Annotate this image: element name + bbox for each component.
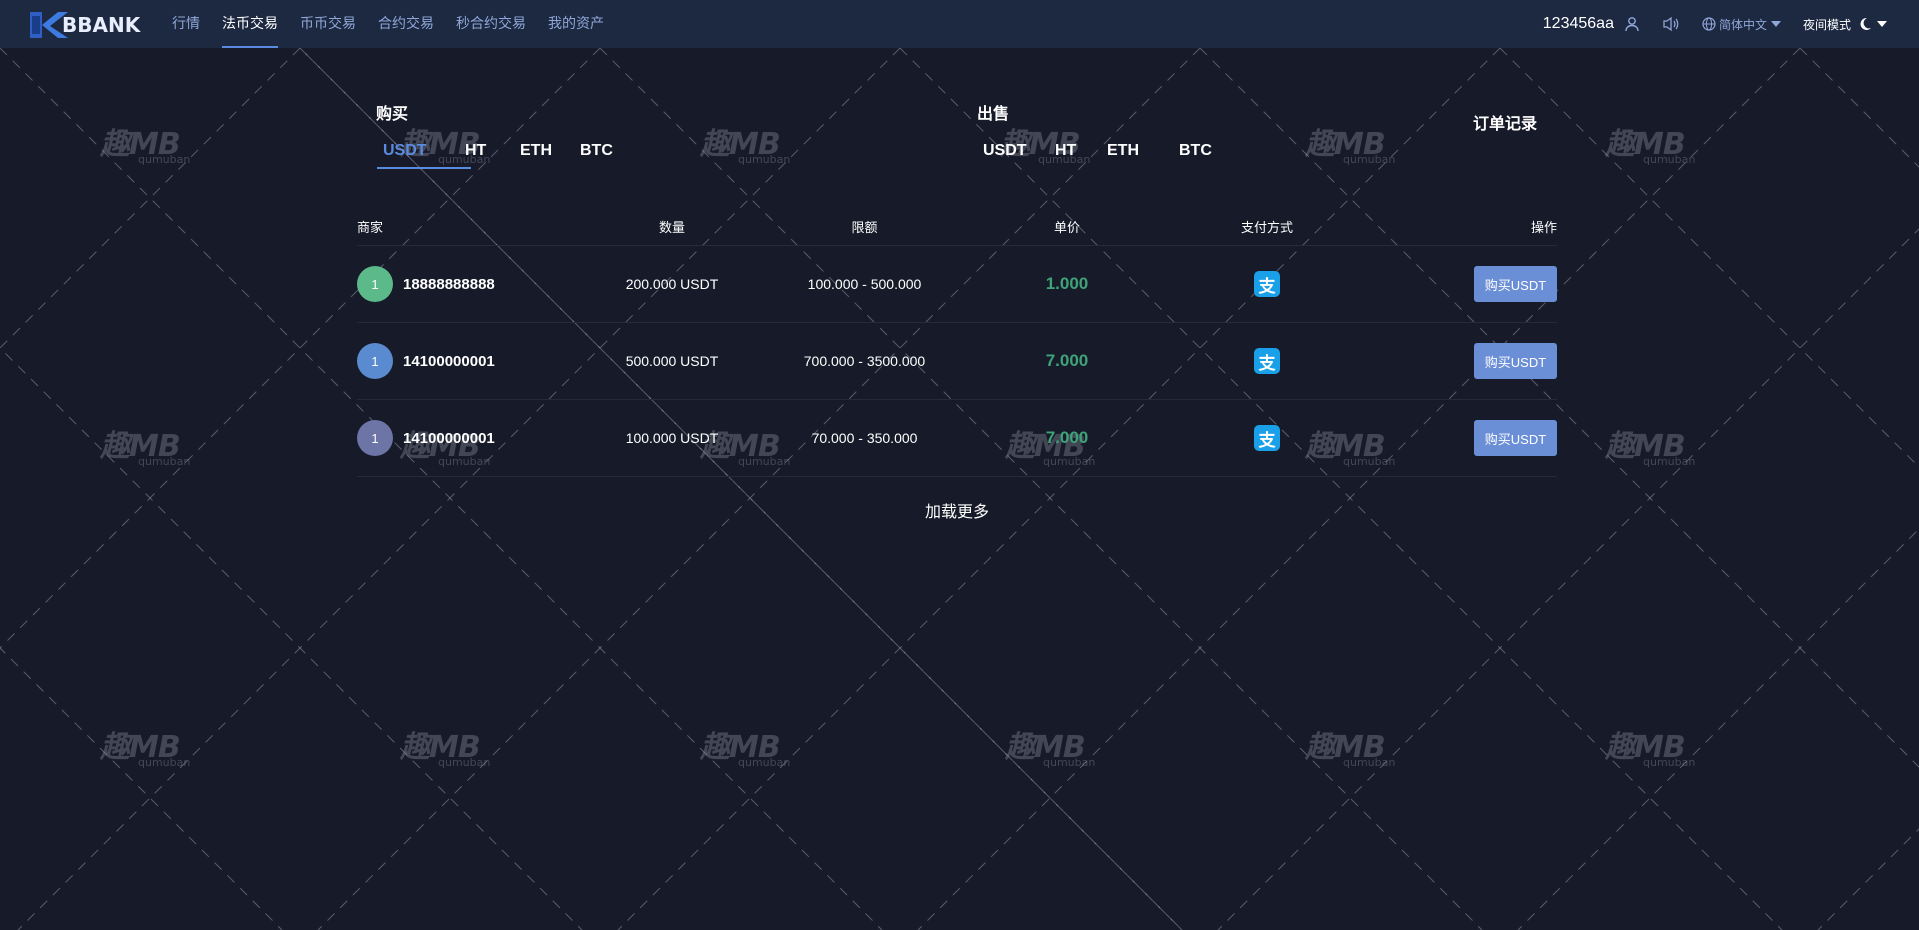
- nav-item-contract-trade[interactable]: 合约交易: [378, 0, 434, 48]
- unit-price: 7.000: [1045, 428, 1089, 447]
- sell-section-title: 出售: [977, 106, 1010, 123]
- buy-coin-tabs: USDT HT ETH BTC: [377, 137, 613, 169]
- header-right: 123456aa 简体中文 夜间模式: [1543, 0, 1887, 48]
- merchant-name: 18888888888: [403, 275, 495, 293]
- logo-mark-icon: [30, 12, 68, 38]
- buy-usdt-button[interactable]: 购买USDT: [1474, 420, 1557, 456]
- watermark-logo: 趣MB qumuban: [700, 730, 791, 769]
- sell-tab-usdt[interactable]: USDT: [983, 137, 1055, 165]
- sell-tab-ht[interactable]: HT: [1055, 137, 1107, 165]
- quantity: 100.000 USDT: [625, 430, 719, 446]
- top-navbar: BBANK 行情 法币交易 币币交易 合约交易 秒合约交易 我的资产 12345…: [0, 0, 1919, 48]
- user-icon[interactable]: [1624, 16, 1640, 32]
- sell-coin-tabs: USDT HT ETH BTC: [983, 137, 1212, 165]
- watermark-logo: 趣MB qumuban: [1005, 730, 1096, 769]
- sell-tab-btc[interactable]: BTC: [1179, 137, 1212, 165]
- limit: 100.000 - 500.000: [807, 276, 922, 292]
- table-row: 1 14100000001 500.000 USDT 700.000 - 350…: [357, 323, 1557, 400]
- alipay-icon: 支: [1254, 425, 1280, 451]
- logo-text: BBANK: [62, 13, 141, 37]
- nav-item-fiat-trade[interactable]: 法币交易: [222, 0, 278, 48]
- night-mode-toggle[interactable]: 夜间模式: [1803, 16, 1887, 33]
- buy-usdt-button[interactable]: 购买USDT: [1474, 343, 1557, 379]
- limit: 70.000 - 350.000: [811, 430, 918, 446]
- alipay-icon: 支: [1254, 271, 1280, 297]
- unit-price: 7.000: [1045, 351, 1089, 370]
- quantity: 200.000 USDT: [625, 276, 719, 292]
- limit: 700.000 - 3500.000: [803, 353, 926, 369]
- username[interactable]: 123456aa: [1543, 15, 1614, 33]
- nav-item-coin-trade[interactable]: 币币交易: [300, 0, 356, 48]
- unit-price: 1.000: [1045, 274, 1089, 293]
- watermark-logo: 趣MB qumuban: [700, 127, 791, 166]
- watermark-logo: 趣MB qumuban: [1605, 127, 1696, 166]
- watermark-logo: 趣MB qumuban: [100, 127, 191, 166]
- watermark-logo: 趣MB qumuban: [1305, 127, 1396, 166]
- nav-item-my-assets[interactable]: 我的资产: [548, 0, 604, 48]
- buy-tab-ht[interactable]: HT: [465, 137, 520, 165]
- merchant-name: 14100000001: [403, 352, 495, 370]
- order-records-link[interactable]: 订单记录: [1473, 110, 1537, 134]
- language-selector[interactable]: 简体中文: [1702, 16, 1781, 33]
- globe-icon: [1702, 17, 1716, 31]
- table-row: 1 18888888888 200.000 USDT 100.000 - 500…: [357, 246, 1557, 323]
- col-merchant: 商家: [357, 220, 384, 235]
- watermark-logo: 趣MB qumuban: [1605, 730, 1696, 769]
- chevron-down-icon: [1877, 21, 1887, 27]
- avatar: 1: [357, 343, 393, 379]
- buy-tab-btc[interactable]: BTC: [580, 137, 613, 165]
- col-quantity: 数量: [658, 220, 685, 235]
- col-payment: 支付方式: [1240, 220, 1293, 235]
- watermark-logo: 趣MB qumuban: [400, 730, 491, 769]
- table-row: 1 14100000001 100.000 USDT 70.000 - 350.…: [357, 400, 1557, 477]
- site-logo[interactable]: BBANK: [28, 10, 140, 40]
- merchant-name: 14100000001: [403, 429, 495, 447]
- sell-tab-eth[interactable]: ETH: [1107, 137, 1179, 165]
- moon-icon: [1860, 17, 1871, 30]
- nav-item-second-contract[interactable]: 秒合约交易: [456, 0, 526, 48]
- watermark-logo: 趣MB qumuban: [1605, 429, 1696, 468]
- col-price: 单价: [1053, 220, 1080, 235]
- load-more-button[interactable]: 加载更多: [925, 498, 989, 522]
- watermark-logo: 趣MB qumuban: [1305, 730, 1396, 769]
- sound-icon[interactable]: [1662, 16, 1680, 32]
- buy-usdt-button[interactable]: 购买USDT: [1474, 266, 1557, 302]
- night-mode-label: 夜间模式: [1802, 17, 1851, 32]
- watermark-grid: [0, 48, 1919, 930]
- avatar: 1: [357, 420, 393, 456]
- quantity: 500.000 USDT: [625, 353, 719, 369]
- alipay-icon: 支: [1254, 348, 1280, 374]
- avatar: 1: [357, 266, 393, 302]
- watermark-logo: 趣MB qumuban: [100, 429, 191, 468]
- nav-item-market[interactable]: 行情: [172, 0, 200, 48]
- buy-tab-usdt[interactable]: USDT: [377, 137, 471, 169]
- chevron-down-icon: [1770, 21, 1781, 27]
- main-nav: 行情 法币交易 币币交易 合约交易 秒合约交易 我的资产: [172, 0, 626, 48]
- table-header: 商家 数量 限额 单价 支付方式 操作: [357, 208, 1557, 246]
- buy-section-title: 购买: [376, 106, 409, 123]
- col-action: 操作: [1530, 220, 1557, 235]
- buy-tab-eth[interactable]: ETH: [520, 137, 580, 165]
- merchant-table: 商家 数量 限额 单价 支付方式 操作 1 18888888888 200.00…: [357, 208, 1557, 477]
- language-label: 简体中文: [1718, 17, 1767, 32]
- col-limit: 限额: [851, 220, 878, 235]
- watermark-logo: 趣MB qumuban: [100, 730, 191, 769]
